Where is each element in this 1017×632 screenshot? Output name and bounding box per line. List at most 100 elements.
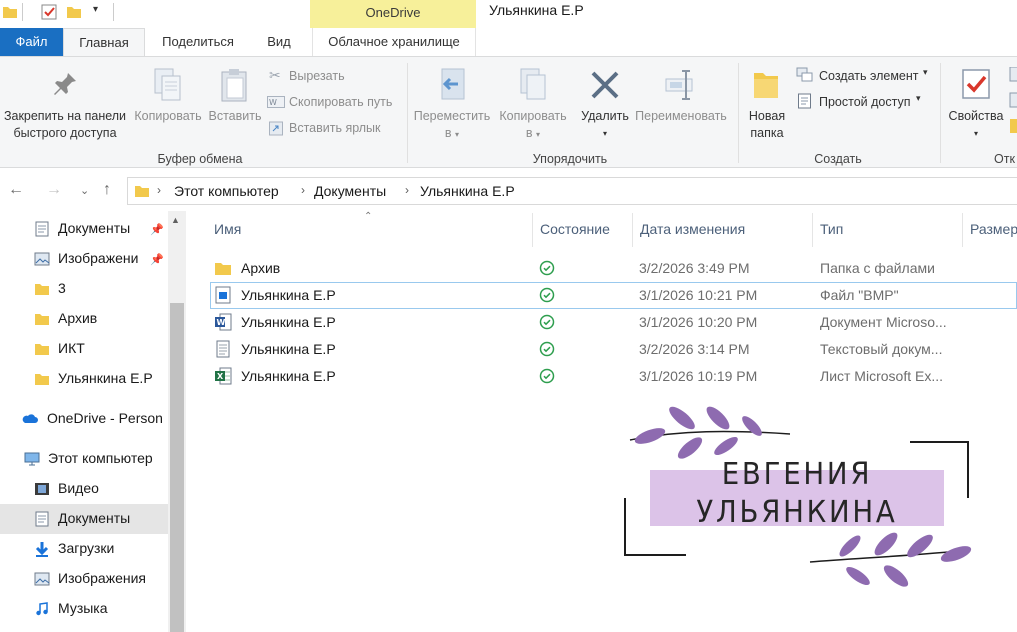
sync-status-ok-icon	[539, 287, 555, 303]
sidebar-item-video[interactable]: Видео	[0, 474, 168, 504]
paste-shortcut-button[interactable]: Вставить ярлык	[267, 119, 407, 137]
column-divider[interactable]	[632, 213, 633, 247]
sidebar-item-label: Архив	[58, 310, 98, 326]
column-header-status[interactable]: Состояние	[540, 221, 610, 237]
copy-to-label-in: в	[525, 126, 533, 140]
sidebar-item-music[interactable]: Музыка	[0, 594, 168, 624]
navigation-bar: ← → ⌄ ↑ › Этот компьютер › Документы › У…	[0, 169, 1017, 211]
column-header-name[interactable]: Имя	[214, 221, 241, 237]
sidebar-item-archive[interactable]: Архив	[0, 304, 168, 334]
breadcrumb-chevron-icon[interactable]: ›	[157, 183, 161, 197]
file-type: Лист Microsoft Ex...	[820, 368, 943, 384]
qat-divider	[113, 3, 114, 21]
svg-text:W: W	[217, 318, 226, 327]
tab-view[interactable]: Вид	[256, 28, 302, 56]
tab-home[interactable]: Главная	[63, 28, 145, 57]
paste-shortcut-icon	[269, 121, 283, 136]
properties-button[interactable]: Свойства ▾	[944, 57, 1008, 152]
sidebar-item-label: Документы	[58, 220, 131, 236]
tab-file[interactable]: Файл	[0, 28, 63, 56]
address-bar[interactable]: › Этот компьютер › Документы › Ульянкина…	[127, 177, 1017, 205]
properties-check-icon[interactable]	[41, 4, 57, 20]
music-icon	[36, 602, 48, 616]
sidebar-item-onedrive[interactable]: OneDrive - Person	[0, 404, 168, 434]
file-row-excel[interactable]: X Ульянкина Е.Р 3/1/2026 10:19 PM Лист M…	[210, 363, 1017, 390]
move-to-label-in: в	[444, 126, 452, 140]
delete-x-icon	[591, 71, 619, 99]
paste-label: Вставить	[208, 109, 262, 123]
copy-path-button[interactable]: W Скопировать путь	[267, 93, 407, 111]
window-title: Ульянкина Е.Р	[489, 2, 584, 18]
easy-access-button[interactable]: Простой доступ ▾	[796, 93, 936, 111]
breadcrumb-documents[interactable]: Документы	[314, 183, 386, 199]
delete-button[interactable]: Удалить ▾	[574, 57, 636, 152]
new-folder-label: папка	[750, 126, 784, 140]
rename-button[interactable]: Переименовать	[632, 57, 730, 152]
documents-icon	[35, 511, 49, 527]
back-arrow-icon[interactable]: ←	[8, 181, 24, 199]
copy-to-button[interactable]: Копировать в ▾	[494, 57, 572, 152]
sidebar-item-folder-3[interactable]: 3	[0, 274, 168, 304]
tab-share[interactable]: Поделиться	[150, 28, 246, 56]
properties-label: Свойства	[948, 109, 1004, 123]
column-header-size[interactable]: Размер	[970, 221, 1017, 237]
move-to-label: Переместить	[413, 109, 491, 123]
sidebar-item-this-pc[interactable]: Этот компьютер	[0, 444, 168, 474]
recent-chevron-down-icon[interactable]: ⌄	[80, 184, 89, 197]
column-header-date[interactable]: Дата изменения	[640, 221, 745, 237]
column-divider[interactable]	[812, 213, 813, 247]
sidebar-item-documents-quick[interactable]: Документы 📌	[0, 214, 168, 244]
sidebar-item-label: 3	[58, 280, 66, 296]
column-divider[interactable]	[962, 213, 963, 247]
new-item-button[interactable]: Создать элемент ▾	[796, 67, 936, 85]
qat-customize-icon[interactable]: ▾	[93, 4, 98, 15]
sidebar-item-pictures-quick[interactable]: Изображени 📌	[0, 244, 168, 274]
cut-button[interactable]: ✂ Вырезать	[267, 67, 407, 85]
cut-label: Вырезать	[289, 69, 345, 83]
scroll-up-arrow-icon[interactable]: ▲	[171, 215, 180, 225]
delete-label: Удалить	[581, 109, 629, 123]
breadcrumb-chevron-icon[interactable]: ›	[301, 183, 305, 197]
sidebar-item-label: Загрузки	[58, 540, 115, 556]
new-folder-icon[interactable]	[66, 4, 82, 20]
folder-icon	[35, 374, 49, 385]
pin-icon[interactable]: 📌	[150, 223, 164, 236]
file-row-text[interactable]: Ульянкина Е.Р 3/2/2026 3:14 PM Текстовый…	[210, 336, 1017, 363]
pin-icon[interactable]: 📌	[150, 253, 164, 266]
organize-group-label: Упорядочить	[532, 152, 608, 166]
open-icon-partial[interactable]	[1008, 67, 1017, 143]
copy-path-label: Скопировать путь	[289, 95, 393, 109]
folder-icon[interactable]	[2, 4, 18, 20]
file-row-word[interactable]: W Ульянкина Е.Р 3/1/2026 10:20 PM Докуме…	[210, 309, 1017, 336]
breadcrumb-current-folder[interactable]: Ульянкина Е.Р	[420, 183, 515, 199]
folder-icon	[35, 344, 49, 355]
dropdown-arrow-icon: ▾	[973, 129, 978, 138]
move-to-button[interactable]: Переместить в ▾	[412, 57, 492, 152]
sidebar-item-label: Изображения	[58, 570, 146, 586]
sidebar-item-ulyankina[interactable]: Ульянкина Е.Р	[0, 364, 168, 394]
forward-arrow-icon[interactable]: →	[46, 181, 62, 199]
copy-to-label: Копировать	[499, 109, 567, 123]
sidebar-item-label: Ульянкина Е.Р	[58, 370, 153, 386]
sidebar-item-documents[interactable]: Документы	[0, 504, 168, 534]
pin-quick-access-button[interactable]: Закрепить на панели быстрого доступа	[0, 57, 130, 152]
copy-button[interactable]: Копировать	[131, 57, 205, 152]
breadcrumb-chevron-icon[interactable]: ›	[405, 183, 409, 197]
sidebar-item-ikt[interactable]: ИКТ	[0, 334, 168, 364]
paste-button[interactable]: Вставить	[205, 57, 265, 152]
file-row-archive[interactable]: Архив 3/2/2026 3:49 PM Папка с файлами	[210, 255, 1017, 282]
tab-cloud-storage[interactable]: Облачное хранилище	[312, 28, 476, 56]
sidebar-item-downloads[interactable]: Загрузки	[0, 534, 168, 564]
ribbon-separator	[940, 63, 941, 163]
breadcrumb-this-pc[interactable]: Этот компьютер	[174, 183, 279, 199]
ribbon-separator	[738, 63, 739, 163]
new-folder-button[interactable]: Новая папка	[742, 57, 792, 152]
file-row-bmp[interactable]: Ульянкина Е.Р 3/1/2026 10:21 PM Файл "BM…	[210, 282, 1017, 309]
folder-icon	[135, 186, 149, 197]
sidebar-item-pictures[interactable]: Изображения	[0, 564, 168, 594]
column-divider[interactable]	[532, 213, 533, 247]
nav-scrollbar-thumb[interactable]	[170, 303, 184, 632]
up-arrow-icon[interactable]: ↑	[103, 181, 111, 199]
column-header-type[interactable]: Тип	[820, 221, 843, 237]
file-name: Архив	[241, 260, 281, 276]
